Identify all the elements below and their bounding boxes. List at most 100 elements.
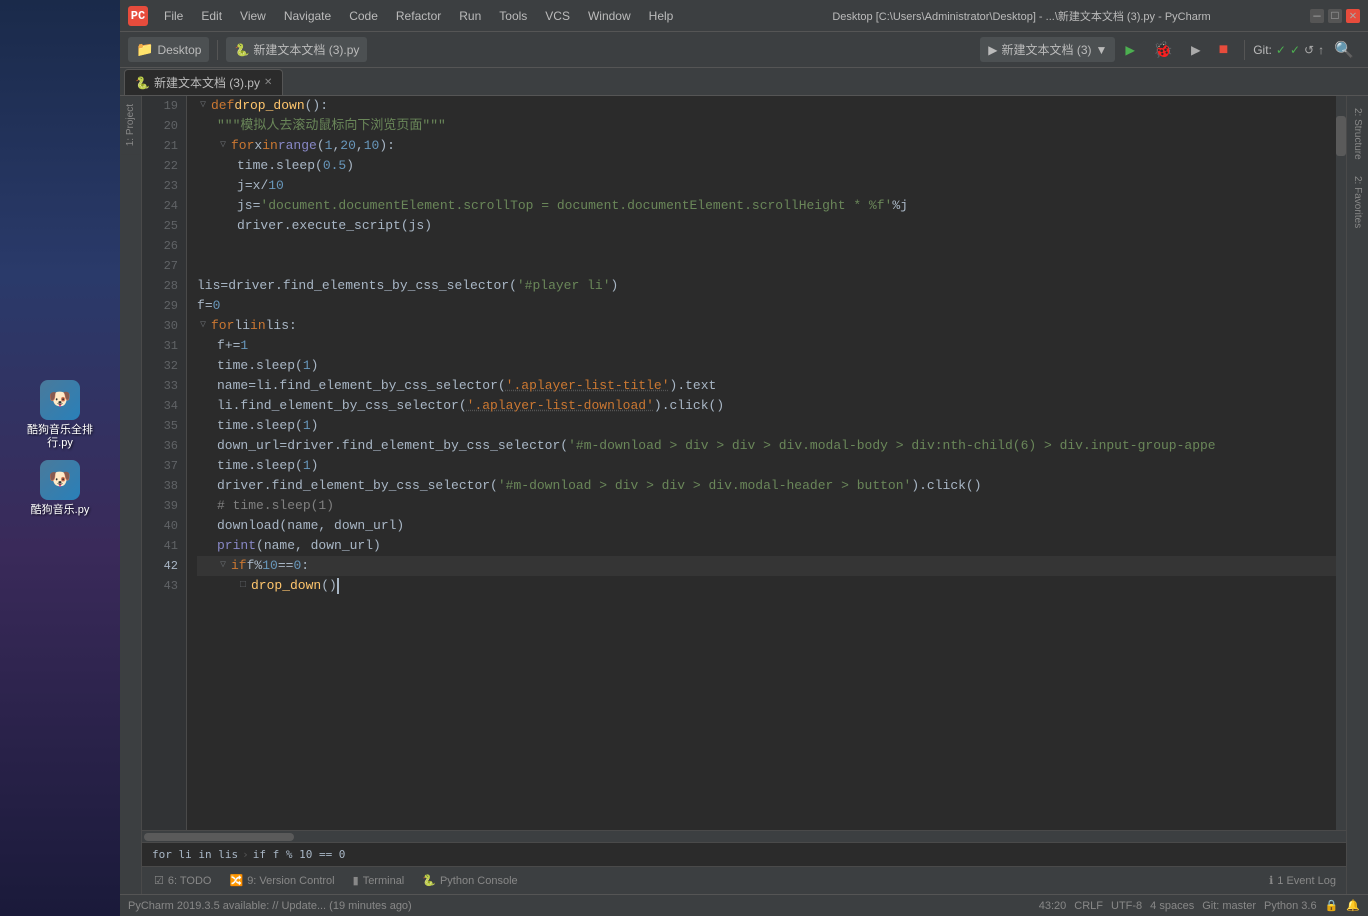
collapse-21[interactable]: ▽ — [217, 140, 229, 152]
breadcrumb-bar: for li in lis › if f % 10 == 0 — [142, 842, 1346, 866]
ln-26: 26 — [142, 236, 178, 256]
ln-35: 35 — [142, 416, 178, 436]
code-line-24: js = 'document.documentElement.scrollTop… — [197, 196, 1336, 216]
collapse-19[interactable]: ▽ — [197, 100, 209, 112]
desktop-icon-2[interactable]: 🐶 酷狗音乐.py — [15, 460, 105, 517]
menu-navigate[interactable]: Navigate — [276, 5, 339, 27]
menu-help[interactable]: Help — [641, 5, 682, 27]
breadcrumb-item-2[interactable]: if f % 10 == 0 — [253, 848, 346, 861]
project-panel-tab[interactable]: 1: Project — [121, 96, 140, 154]
search-everywhere-button[interactable]: 🔍 — [1328, 36, 1360, 64]
status-line-ending[interactable]: CRLF — [1074, 900, 1103, 912]
todo-tab[interactable]: ☑ 6: TODO — [146, 870, 219, 891]
code-line-30: ▽ for li in lis: — [197, 316, 1336, 336]
file-icon: 🐍 — [234, 43, 249, 57]
menu-file[interactable]: File — [156, 5, 191, 27]
collapse-43[interactable]: □ — [237, 580, 249, 592]
status-left: PyCharm 2019.3.5 available: // Update...… — [128, 900, 1031, 912]
debug-button[interactable]: 🐞 — [1145, 36, 1181, 64]
version-control-tab[interactable]: 🔀 9: Version Control — [221, 870, 342, 891]
editor-area: 1: Project 19 20 21 22 23 24 25 26 27 28… — [120, 96, 1368, 894]
git-check-2[interactable]: ✓ — [1290, 43, 1300, 57]
menu-run[interactable]: Run — [451, 5, 489, 27]
code-line-31: f += 1 — [197, 336, 1336, 356]
run-button[interactable]: ▶ — [1117, 36, 1143, 64]
code-line-36: down_url = driver.find_element_by_css_se… — [197, 436, 1336, 456]
code-line-29: f = 0 — [197, 296, 1336, 316]
status-git[interactable]: Git: master — [1202, 900, 1256, 912]
status-notifications-icon[interactable]: 🔔 — [1346, 899, 1360, 912]
file-tab-button[interactable]: 🐍 新建文本文档 (3).py — [226, 37, 367, 62]
status-bar: PyCharm 2019.3.5 available: // Update...… — [120, 894, 1368, 916]
structure-panel-tab[interactable]: 2: Structure — [1348, 100, 1367, 168]
menu-window[interactable]: Window — [580, 5, 639, 27]
ln-24: 24 — [142, 196, 178, 216]
code-line-19: ▽ def drop_down(): — [197, 96, 1336, 116]
ln-40: 40 — [142, 516, 178, 536]
git-check-1[interactable]: ✓ — [1276, 43, 1286, 57]
collapse-42[interactable]: ▽ — [217, 560, 229, 572]
ln-37: 37 — [142, 456, 178, 476]
scrollbar-thumb[interactable] — [1336, 116, 1346, 156]
git-history-btn[interactable]: ↺ — [1304, 43, 1314, 57]
h-scroll-thumb[interactable] — [144, 833, 294, 841]
code-line-39: # time.sleep(1) — [197, 496, 1336, 516]
menu-refactor[interactable]: Refactor — [388, 5, 449, 27]
horizontal-scrollbar[interactable] — [142, 830, 1346, 842]
terminal-label: Terminal — [363, 875, 405, 887]
maximize-button[interactable]: □ — [1328, 9, 1342, 23]
ln-30: 30 — [142, 316, 178, 336]
menu-view[interactable]: View — [232, 5, 274, 27]
stop-button[interactable]: ■ — [1211, 37, 1237, 63]
code-line-27 — [197, 256, 1336, 276]
close-button[interactable]: ✕ — [1346, 9, 1360, 23]
todo-label: 6: TODO — [168, 875, 212, 887]
breadcrumb-separator: › — [242, 848, 249, 861]
right-scrollbar[interactable] — [1336, 96, 1346, 830]
status-update[interactable]: PyCharm 2019.3.5 available: // Update...… — [128, 900, 412, 912]
status-encoding[interactable]: UTF-8 — [1111, 900, 1142, 912]
status-position[interactable]: 43:20 — [1039, 900, 1067, 912]
desktop-icons-area: 🐶 酷狗音乐全排行.py 🐶 酷狗音乐.py — [0, 0, 120, 916]
breadcrumb-item-1[interactable]: for li in lis — [152, 848, 238, 861]
pycharm-window: PC File Edit View Navigate Code Refactor… — [120, 0, 1368, 916]
vc-icon: 🔀 — [229, 874, 243, 887]
status-indent[interactable]: 4 spaces — [1150, 900, 1194, 912]
ln-36: 36 — [142, 436, 178, 456]
ln-39: 39 — [142, 496, 178, 516]
run-config-selector[interactable]: ▶ 新建文本文档 (3) ▼ — [980, 37, 1115, 62]
ln-25: 25 — [142, 216, 178, 236]
python-console-icon: 🐍 — [422, 874, 436, 887]
menu-vcs[interactable]: VCS — [537, 5, 578, 27]
tab-close-button[interactable]: ✕ — [264, 77, 272, 88]
desktop-icon-1[interactable]: 🐶 酷狗音乐全排行.py — [15, 380, 105, 450]
code-line-40: download(name, down_url) — [197, 516, 1336, 536]
app-icon: PC — [128, 6, 148, 26]
menu-code[interactable]: Code — [341, 5, 386, 27]
run-with-coverage-button[interactable]: ▶ — [1183, 36, 1209, 64]
favorites-panel-tab[interactable]: 2: Favorites — [1348, 168, 1367, 236]
menu-tools[interactable]: Tools — [491, 5, 535, 27]
ln-41: 41 — [142, 536, 178, 556]
code-body[interactable]: ▽ def drop_down(): """模拟人去滚动鼠标向下浏览页面""" … — [187, 96, 1336, 830]
event-log-button[interactable]: ℹ 1 Event Log — [1263, 872, 1342, 889]
bottom-tool-bar: ☑ 6: TODO 🔀 9: Version Control ▮ Termina… — [142, 866, 1346, 894]
ln-21: 21 — [142, 136, 178, 156]
menu-edit[interactable]: Edit — [193, 5, 230, 27]
collapse-30[interactable]: ▽ — [197, 320, 209, 332]
ln-32: 32 — [142, 356, 178, 376]
status-python[interactable]: Python 3.6 — [1264, 900, 1317, 912]
git-label: Git: — [1253, 43, 1272, 57]
python-console-tab[interactable]: 🐍 Python Console — [414, 870, 525, 891]
terminal-tab[interactable]: ▮ Terminal — [345, 870, 413, 891]
window-title: Desktop [C:\Users\Administrator\Desktop]… — [733, 8, 1310, 24]
ln-22: 22 — [142, 156, 178, 176]
ln-29: 29 — [142, 296, 178, 316]
file-tab[interactable]: 🐍 新建文本文档 (3).py ✕ — [124, 69, 283, 95]
code-line-34: li.find_element_by_css_selector('.aplaye… — [197, 396, 1336, 416]
folder-button[interactable]: 📁 Desktop — [128, 37, 209, 62]
minimize-button[interactable]: — — [1310, 9, 1324, 23]
code-line-42: ▽ if f % 10 == 0: — [197, 556, 1336, 576]
git-push-btn[interactable]: ↑ — [1318, 43, 1324, 57]
status-right: 43:20 CRLF UTF-8 4 spaces Git: master Py… — [1039, 899, 1360, 912]
